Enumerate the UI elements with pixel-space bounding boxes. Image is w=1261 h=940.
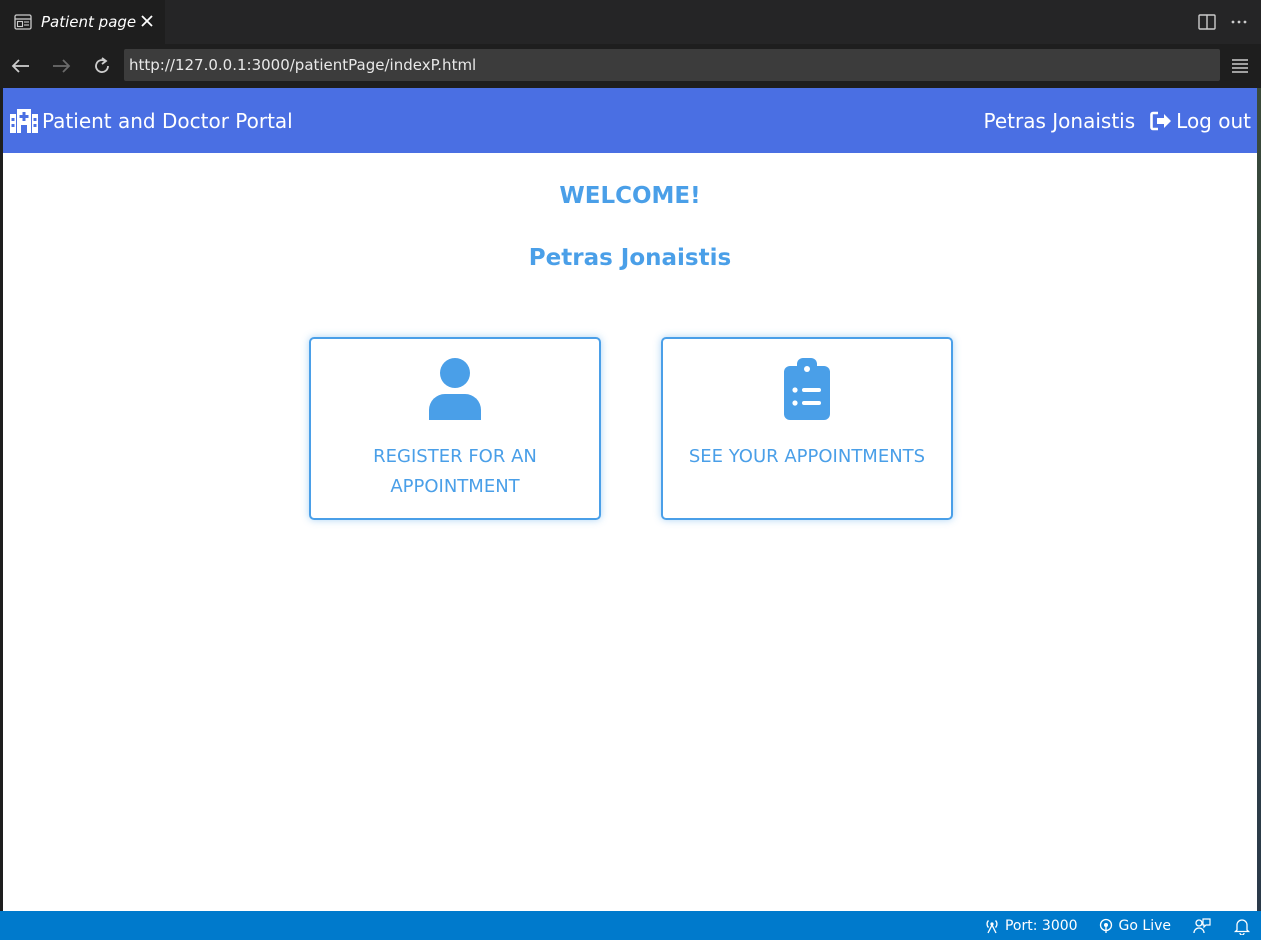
- forward-arrow-icon[interactable]: [49, 54, 73, 78]
- card-label: SEE YOUR APPOINTMENTS: [688, 446, 926, 467]
- register-appointment-card[interactable]: REGISTER FOR AN APPOINTMENT: [309, 337, 601, 520]
- url-input[interactable]: [129, 56, 1220, 74]
- header-right: Petras Jonaistis Log out: [984, 109, 1251, 133]
- browser-nav-bar: [0, 44, 1261, 88]
- go-live-label: Go Live: [1118, 917, 1171, 934]
- action-cards: REGISTER FOR AN APPOINTMENT SEE YOUR APP…: [309, 337, 953, 520]
- back-arrow-icon[interactable]: [9, 54, 33, 78]
- see-appointments-card[interactable]: SEE YOUR APPOINTMENTS: [661, 337, 953, 520]
- desktop-edge: [1257, 88, 1261, 911]
- status-bar: Port: 3000 Go Live: [0, 911, 1261, 940]
- page-viewport: Patient and Doctor Portal Petras Jonaist…: [3, 88, 1257, 911]
- brand[interactable]: Patient and Doctor Portal: [10, 108, 293, 133]
- more-actions-icon[interactable]: [1229, 12, 1249, 32]
- split-editor-icon[interactable]: [1197, 12, 1217, 32]
- logout-label: Log out: [1176, 108, 1251, 133]
- tab-actions: [1197, 12, 1249, 32]
- brand-name: Patient and Doctor Portal: [42, 108, 293, 133]
- go-live-icon: [1099, 918, 1112, 933]
- close-icon[interactable]: [138, 12, 156, 30]
- logout-button[interactable]: Log out: [1150, 109, 1251, 133]
- menu-icon[interactable]: [1229, 55, 1251, 77]
- preview-icon: [14, 14, 32, 30]
- editor-tab-bar: Patient page: [0, 0, 1261, 44]
- card-label: REGISTER FOR AN APPOINTMENT: [373, 446, 537, 497]
- broadcast-icon: [986, 919, 998, 933]
- sign-out-icon: [1150, 111, 1172, 130]
- site-header: Patient and Doctor Portal Petras Jonaist…: [3, 88, 1257, 153]
- feedback-icon[interactable]: [1193, 917, 1211, 935]
- address-bar[interactable]: [124, 49, 1220, 81]
- bell-icon[interactable]: [1233, 917, 1251, 935]
- user-name-heading: Petras Jonaistis: [528, 245, 732, 271]
- welcome-heading: WELCOME!: [559, 183, 701, 209]
- port-label: Port: 3000: [1004, 917, 1078, 934]
- user-icon: [429, 358, 481, 420]
- hospital-icon: [10, 108, 38, 133]
- clipboard-list-icon: [784, 358, 830, 420]
- go-live-button[interactable]: Go Live: [1098, 918, 1171, 934]
- header-user-name: Petras Jonaistis: [983, 108, 1136, 133]
- tab-title: Patient page: [41, 13, 137, 31]
- tab-patient-page[interactable]: Patient page: [0, 0, 165, 44]
- reload-icon[interactable]: [90, 54, 114, 78]
- port-status[interactable]: Port: 3000: [984, 918, 1078, 934]
